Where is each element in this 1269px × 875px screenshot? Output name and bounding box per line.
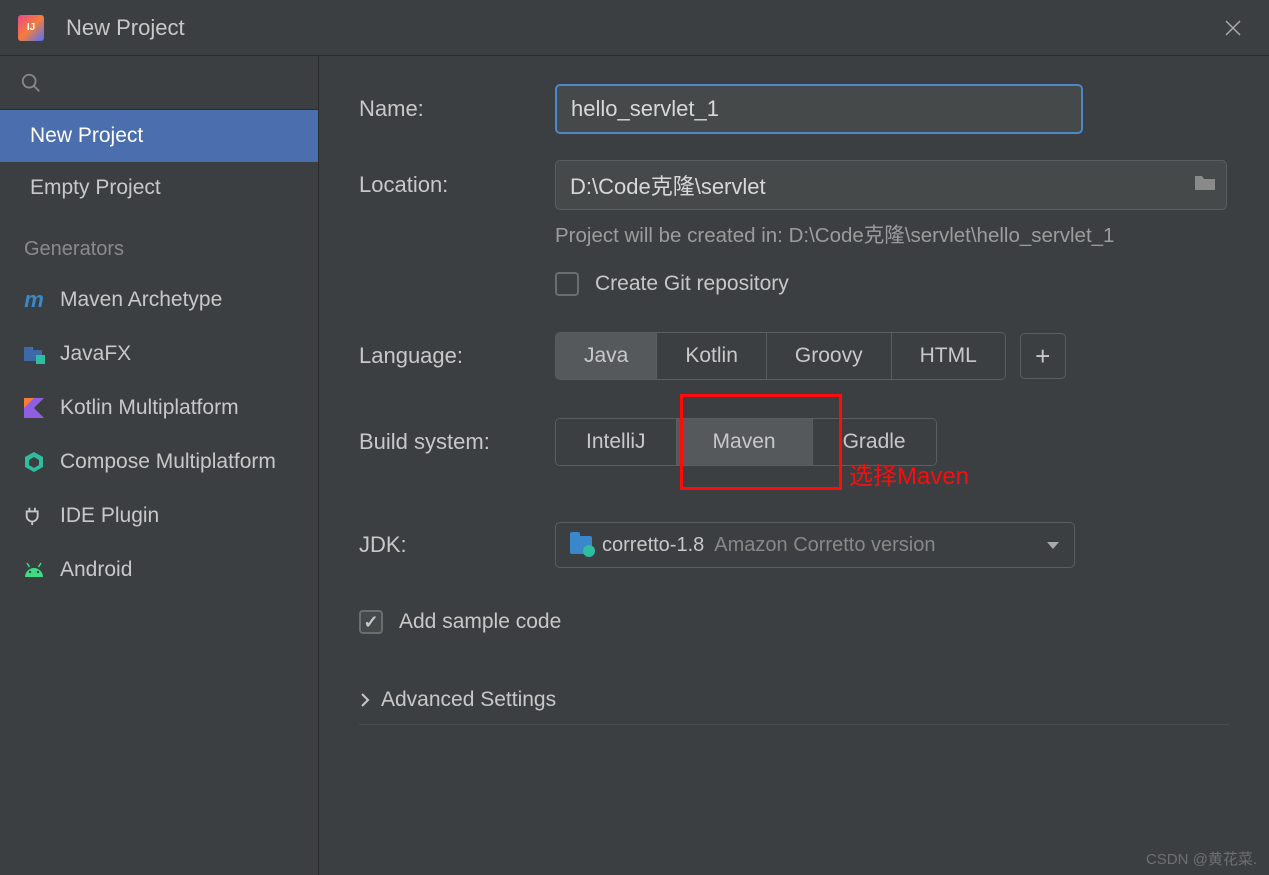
sidebar: New Project Empty Project Generators m M… — [0, 56, 319, 875]
add-sample-code-label: Add sample code — [399, 610, 561, 634]
android-icon — [22, 558, 46, 582]
sidebar-search[interactable] — [0, 56, 318, 110]
sidebar-item-new-project[interactable]: New Project — [0, 110, 318, 162]
name-input[interactable] — [555, 84, 1083, 134]
close-button[interactable] — [1215, 10, 1251, 46]
advanced-settings-toggle[interactable]: Advanced Settings — [359, 688, 1229, 725]
main-panel: Name: Location: D:\Code克隆\servlet Projec… — [319, 56, 1269, 875]
language-option-groovy[interactable]: Groovy — [767, 333, 892, 379]
jdk-folder-icon — [570, 536, 592, 554]
language-option-html[interactable]: HTML — [892, 333, 1005, 379]
generator-label: Compose Multiplatform — [60, 450, 276, 474]
language-segment-group: Java Kotlin Groovy HTML — [555, 332, 1006, 380]
maven-icon: m — [22, 288, 46, 312]
chevron-right-icon — [359, 692, 371, 708]
build-option-intellij[interactable]: IntelliJ — [556, 419, 677, 465]
generator-kotlin-mp[interactable]: Kotlin Multiplatform — [0, 381, 318, 435]
search-icon — [20, 72, 42, 94]
location-input[interactable]: D:\Code克隆\servlet — [555, 160, 1227, 210]
generator-label: Kotlin Multiplatform — [60, 396, 239, 420]
jdk-value: corretto-1.8 — [602, 534, 704, 557]
location-label: Location: — [359, 172, 555, 198]
generator-maven-archetype[interactable]: m Maven Archetype — [0, 273, 318, 327]
close-icon — [1224, 19, 1242, 37]
create-git-label: Create Git repository — [595, 272, 789, 296]
create-git-checkbox[interactable] — [555, 272, 579, 296]
add-language-button[interactable]: + — [1020, 333, 1066, 379]
jdk-dropdown[interactable]: corretto-1.8 Amazon Corretto version — [555, 522, 1075, 568]
jdk-label: JDK: — [359, 532, 555, 558]
generator-javafx[interactable]: JavaFX — [0, 327, 318, 381]
generator-label: JavaFX — [60, 342, 131, 366]
advanced-settings-label: Advanced Settings — [381, 688, 556, 712]
generator-compose-mp[interactable]: Compose Multiplatform — [0, 435, 318, 489]
generator-android[interactable]: Android — [0, 543, 318, 597]
language-option-java[interactable]: Java — [556, 333, 657, 379]
chevron-down-icon — [1046, 534, 1060, 557]
generator-label: Android — [60, 558, 132, 582]
sidebar-item-empty-project[interactable]: Empty Project — [0, 162, 318, 214]
name-label: Name: — [359, 96, 555, 122]
language-option-kotlin[interactable]: Kotlin — [657, 333, 767, 379]
generator-label: Maven Archetype — [60, 288, 222, 312]
window-title: New Project — [66, 15, 185, 41]
build-option-maven[interactable]: Maven — [677, 419, 813, 465]
jdk-detail: Amazon Corretto version — [714, 534, 935, 557]
compose-icon — [22, 450, 46, 474]
titlebar: IJ New Project — [0, 0, 1269, 56]
language-label: Language: — [359, 343, 555, 369]
sidebar-item-label: New Project — [30, 124, 143, 148]
watermark: CSDN @黄花菜. — [1146, 848, 1257, 869]
kotlin-icon — [22, 396, 46, 420]
intellij-app-icon: IJ — [18, 15, 44, 41]
javafx-icon — [22, 342, 46, 366]
folder-icon — [1194, 174, 1216, 192]
generator-label: IDE Plugin — [60, 504, 159, 528]
add-sample-code-checkbox[interactable] — [359, 610, 383, 634]
annotation-text: 选择Maven — [849, 456, 969, 491]
browse-folder-button[interactable] — [1194, 172, 1216, 198]
build-system-label: Build system: — [359, 429, 555, 455]
location-value: D:\Code克隆\servlet — [570, 169, 766, 201]
location-hint: Project will be created in: D:\Code克隆\se… — [555, 218, 1233, 248]
plus-icon: + — [1035, 341, 1050, 372]
plug-icon — [22, 504, 46, 528]
sidebar-item-label: Empty Project — [30, 176, 161, 200]
generators-header: Generators — [0, 214, 318, 273]
generator-ide-plugin[interactable]: IDE Plugin — [0, 489, 318, 543]
